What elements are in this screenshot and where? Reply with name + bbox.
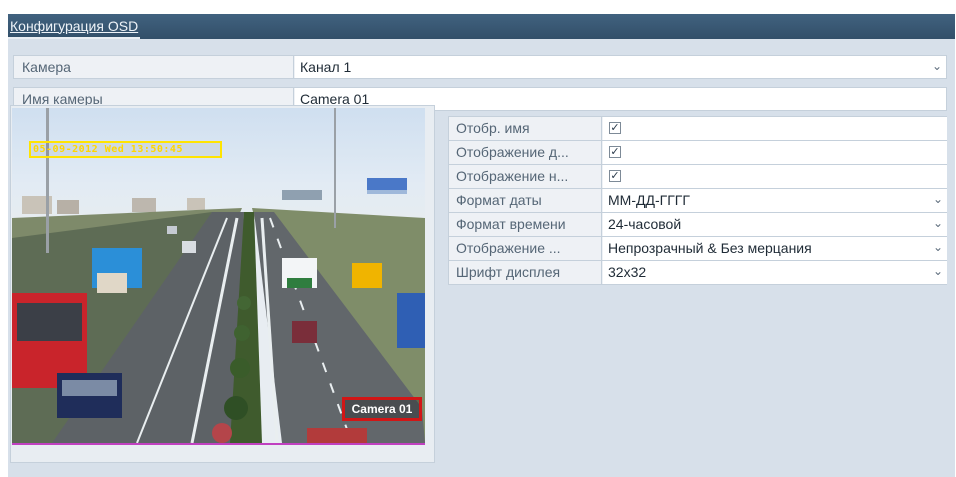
osd-settings-grid: Отобр. имя ✓ Отображение д... ✓ Отображе… — [448, 116, 947, 285]
setting-value[interactable]: ✓ — [603, 165, 947, 188]
camera-preview[interactable]: 05-09-2012 Wed 13:50:45 Camera 01 — [12, 108, 425, 445]
camera-label: Камера — [14, 56, 294, 78]
chevron-down-icon: ⌄ — [933, 216, 944, 230]
camera-select[interactable]: Канал 1 ⌄ — [295, 56, 946, 78]
checkbox-show-date[interactable]: ✓ — [609, 146, 621, 158]
font-size-value: 32x32 — [608, 264, 647, 280]
setting-label: Шрифт дисплея — [449, 261, 602, 284]
osd-datetime-overlay[interactable]: 05-09-2012 Wed 13:50:45 — [29, 141, 222, 158]
title-bar: Конфигурация OSD — [8, 14, 955, 39]
setting-row-show-date[interactable]: Отображение д... ✓ — [448, 140, 947, 164]
setting-row-date-format[interactable]: Формат даты ММ-ДД-ГГГГ ⌄ — [448, 188, 947, 212]
time-format-select[interactable]: 24-часовой ⌄ — [603, 213, 947, 236]
font-size-select[interactable]: 32x32 ⌄ — [603, 261, 947, 284]
date-format-select[interactable]: ММ-ДД-ГГГГ ⌄ — [603, 189, 947, 212]
checkbox-show-weekday[interactable]: ✓ — [609, 170, 621, 182]
setting-value[interactable]: ✓ — [603, 141, 947, 164]
date-format-value: ММ-ДД-ГГГГ — [608, 192, 690, 208]
highway-scene — [12, 108, 425, 443]
chevron-down-icon: ⌄ — [933, 240, 944, 254]
setting-row-show-weekday[interactable]: Отображение н... ✓ — [448, 164, 947, 188]
setting-label: Формат времени — [449, 213, 602, 236]
time-format-value: 24-часовой — [608, 216, 682, 232]
chevron-down-icon: ⌄ — [933, 192, 944, 206]
setting-value[interactable]: ✓ — [603, 117, 947, 140]
setting-row-show-name[interactable]: Отобр. имя ✓ — [448, 116, 947, 140]
setting-label: Отображение н... — [449, 165, 602, 188]
setting-row-font-size[interactable]: Шрифт дисплея 32x32 ⌄ — [448, 260, 947, 285]
setting-label: Отображение ... — [449, 237, 602, 260]
camera-select-value: Канал 1 — [300, 59, 352, 75]
osd-camera-name-overlay[interactable]: Camera 01 — [342, 397, 422, 421]
camera-select-row[interactable]: Камера Канал 1 ⌄ — [13, 55, 947, 79]
display-mode-select[interactable]: Непрозрачный & Без мерцания ⌄ — [603, 237, 947, 260]
tab-osd-config[interactable]: Конфигурация OSD — [8, 14, 141, 39]
setting-row-display-mode[interactable]: Отображение ... Непрозрачный & Без мерца… — [448, 236, 947, 260]
setting-row-time-format[interactable]: Формат времени 24-часовой ⌄ — [448, 212, 947, 236]
setting-label: Формат даты — [449, 189, 602, 212]
chevron-down-icon: ⌄ — [932, 59, 943, 73]
checkbox-show-name[interactable]: ✓ — [609, 122, 621, 134]
display-mode-value: Непрозрачный & Без мерцания — [608, 240, 812, 256]
chevron-down-icon: ⌄ — [933, 264, 944, 278]
setting-label: Отобр. имя — [449, 117, 602, 140]
setting-label: Отображение д... — [449, 141, 602, 164]
